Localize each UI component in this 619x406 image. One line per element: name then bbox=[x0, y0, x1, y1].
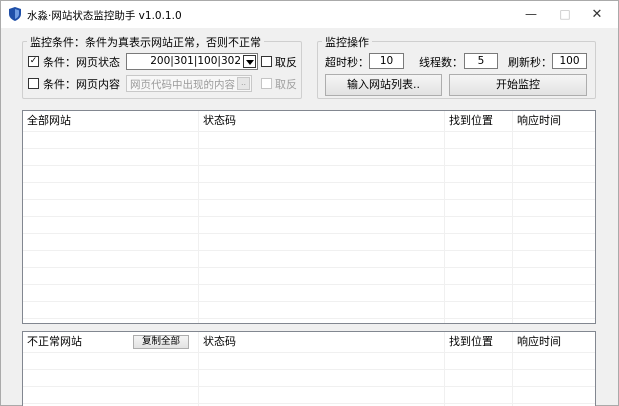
refresh-label: 刷新秒： bbox=[508, 56, 552, 69]
content-condition-label: 条件：网页内容 bbox=[43, 78, 120, 91]
status-condition-label: 条件：网页状态 bbox=[43, 56, 120, 69]
column-header-found-position[interactable]: 找到位置 bbox=[445, 111, 493, 131]
all-sites-header: 全部网站 状态码 找到位置 响应时间 bbox=[23, 111, 595, 131]
status-condition-checkbox[interactable]: ✓ bbox=[28, 56, 39, 67]
column-header-all-sites[interactable]: 全部网站 bbox=[23, 111, 71, 131]
title-bar: 水淼·网站状态监控助手 v1.0.1.0 — □ ✕ bbox=[1, 1, 618, 28]
column-header-response-time[interactable]: 响应时间 bbox=[513, 332, 561, 352]
condition-group-legend: 监控条件：条件为真表示网站正常，否则不正常 bbox=[27, 34, 264, 50]
status-codes-combo[interactable]: 200|301|100|302 bbox=[126, 53, 258, 70]
abnormal-sites-header: 不正常网站 复制全部 状态码 找到位置 响应时间 bbox=[23, 332, 595, 352]
all-sites-list[interactable]: 全部网站 状态码 找到位置 响应时间 bbox=[22, 110, 596, 324]
status-negate-checkbox[interactable] bbox=[261, 56, 272, 67]
empty-row bbox=[23, 284, 595, 301]
minimize-button[interactable]: — bbox=[513, 1, 549, 28]
status-negate-label: 取反 bbox=[275, 56, 297, 69]
empty-row bbox=[23, 386, 595, 403]
empty-row bbox=[23, 182, 595, 199]
empty-row bbox=[23, 165, 595, 182]
import-sites-button[interactable]: 输入网站列表.. bbox=[325, 74, 442, 96]
window-title: 水淼·网站状态监控助手 v1.0.1.0 bbox=[27, 10, 182, 22]
empty-row bbox=[23, 199, 595, 216]
abnormal-sites-list[interactable]: 不正常网站 复制全部 状态码 找到位置 响应时间 bbox=[22, 331, 596, 406]
column-header-response-time[interactable]: 响应时间 bbox=[513, 111, 561, 131]
condition-group: 监控条件：条件为真表示网站正常，否则不正常 ✓ 条件：网页状态 200|301|… bbox=[22, 34, 302, 99]
empty-row bbox=[23, 233, 595, 250]
timeout-input[interactable]: 10 bbox=[369, 53, 404, 69]
copy-all-button[interactable]: 复制全部 bbox=[133, 335, 189, 349]
empty-row bbox=[23, 369, 595, 386]
column-divider bbox=[444, 111, 445, 323]
more-button[interactable]: .. bbox=[237, 77, 250, 90]
empty-row bbox=[23, 131, 595, 148]
empty-row bbox=[23, 301, 595, 318]
shield-app-icon bbox=[9, 7, 21, 21]
threads-label: 线程数： bbox=[419, 56, 463, 69]
column-divider bbox=[512, 111, 513, 323]
monitor-group: 监控操作 超时秒： 10 线程数： 5 刷新秒： 100 输入网站列表.. 开始… bbox=[317, 34, 596, 99]
column-header-status-code[interactable]: 状态码 bbox=[199, 332, 236, 352]
monitor-group-legend: 监控操作 bbox=[322, 34, 372, 50]
dropdown-arrow-icon[interactable] bbox=[243, 55, 256, 68]
refresh-input[interactable]: 100 bbox=[552, 53, 587, 69]
column-header-status-code[interactable]: 状态码 bbox=[199, 111, 236, 131]
checkmark-icon: ✓ bbox=[29, 56, 38, 66]
empty-row bbox=[23, 352, 595, 369]
column-divider bbox=[198, 111, 199, 323]
main-window: 水淼·网站状态监控助手 v1.0.1.0 — □ ✕ 监控条件：条件为真表示网站… bbox=[0, 0, 619, 406]
empty-row bbox=[23, 318, 595, 323]
close-button[interactable]: ✕ bbox=[579, 1, 615, 28]
empty-row bbox=[23, 250, 595, 267]
content-negate-label: 取反 bbox=[275, 78, 297, 91]
empty-row bbox=[23, 216, 595, 233]
content-input-placeholder: 网页代码中出现的内容 bbox=[130, 79, 235, 91]
start-monitor-button[interactable]: 开始监控 bbox=[449, 74, 587, 96]
empty-row bbox=[23, 267, 595, 284]
column-header-found-position[interactable]: 找到位置 bbox=[445, 332, 493, 352]
maximize-button[interactable]: □ bbox=[547, 1, 583, 28]
threads-input[interactable]: 5 bbox=[464, 53, 498, 69]
content-input[interactable]: 网页代码中出现的内容 .. bbox=[126, 75, 252, 92]
column-header-abnormal-sites[interactable]: 不正常网站 bbox=[23, 332, 82, 352]
status-codes-value: 200|301|100|302 bbox=[150, 55, 241, 67]
empty-row bbox=[23, 148, 595, 165]
content-condition-checkbox[interactable] bbox=[28, 78, 39, 89]
all-sites-rows bbox=[23, 111, 595, 323]
timeout-label: 超时秒： bbox=[325, 56, 369, 69]
content-negate-checkbox[interactable] bbox=[261, 78, 272, 89]
